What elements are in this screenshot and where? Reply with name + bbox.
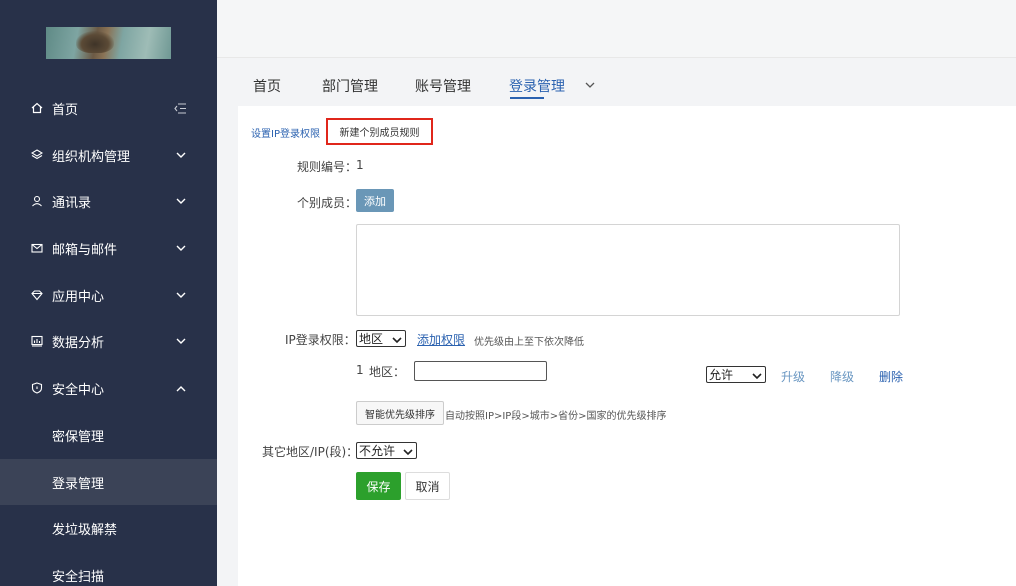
sidebar-subitem-label: 安全扫描 (52, 569, 105, 585)
shield-icon (30, 381, 44, 395)
other-region-select-value: 不允许 (359, 444, 396, 458)
member-list-box[interactable] (356, 224, 900, 316)
sidebar-subitem-password-security[interactable]: 密保管理 (0, 412, 217, 458)
smart-sort-hint: 自动按照IP>IP段>城市>省份>国家的优先级排序 (445, 411, 667, 422)
chevron-down-icon (174, 148, 188, 162)
logo (46, 27, 171, 59)
tab-home[interactable]: 首页 (253, 76, 281, 96)
member-label: 个别成员： (297, 196, 358, 210)
chevron-down-icon (403, 446, 413, 456)
home-icon (30, 101, 44, 115)
sidebar-item-label: 数据分析 (52, 335, 105, 351)
allow-select-value: 允许 (709, 368, 734, 382)
chevron-down-icon (174, 241, 188, 255)
collapse-menu-icon[interactable] (173, 101, 187, 115)
layers-icon (30, 148, 44, 162)
chevron-down-icon[interactable] (585, 78, 597, 90)
region-label: 地区： (369, 365, 406, 379)
sidebar-subitem-label: 密保管理 (52, 429, 105, 445)
main-content: 设置IP登录权限 新建个别成员规则 规则编号： 1 个别成员： 添加 IP登录权… (238, 106, 1016, 586)
downgrade-button[interactable]: 降级 (830, 368, 854, 385)
new-member-rule-tab[interactable]: 新建个别成员规则 (326, 118, 433, 145)
sidebar-item-label: 组织机构管理 (52, 149, 131, 165)
chart-icon (30, 334, 44, 348)
region-input[interactable] (414, 361, 547, 381)
chevron-down-icon (174, 288, 188, 302)
tab-department[interactable]: 部门管理 (322, 76, 378, 96)
mail-icon (30, 241, 44, 255)
priority-hint: 优先级由上至下依次降低 (474, 337, 584, 348)
rule-row-index: 1 (356, 363, 364, 377)
sidebar-item-apps[interactable]: 应用中心 (0, 272, 217, 318)
sidebar-item-mail[interactable]: 邮箱与邮件 (0, 225, 217, 271)
smart-sort-button[interactable]: 智能优先级排序 (356, 401, 444, 425)
add-member-button[interactable]: 添加 (356, 189, 394, 212)
chevron-down-icon (392, 334, 402, 344)
tab-account[interactable]: 账号管理 (415, 76, 471, 96)
ip-type-select[interactable]: 地区 (356, 330, 406, 347)
set-ip-permission-link[interactable]: 设置IP登录权限 (251, 125, 320, 140)
sidebar-item-analytics[interactable]: 数据分析 (0, 318, 217, 364)
sidebar-item-label: 邮箱与邮件 (52, 242, 118, 258)
cancel-button[interactable]: 取消 (405, 472, 450, 500)
sidebar-item-label: 安全中心 (52, 382, 105, 398)
chevron-down-icon (752, 370, 762, 380)
sidebar-subitem-login-management[interactable]: 登录管理 (0, 459, 217, 505)
allow-select[interactable]: 允许 (706, 366, 766, 383)
sidebar-subitem-security-scan[interactable]: 安全扫描 (0, 552, 217, 586)
rule-number-label: 规则编号： (297, 160, 358, 174)
ip-type-select-value: 地区 (359, 332, 384, 346)
sidebar-item-home[interactable]: 首页 (0, 85, 217, 131)
sidebar-item-organization[interactable]: 组织机构管理 (0, 132, 217, 178)
contacts-icon (30, 194, 44, 208)
sidebar: 首页 组织机构管理 通讯录 邮箱与邮件 应用中心 数据分析 安全中心 密保管理 … (0, 0, 217, 586)
tab-bar: 首页 部门管理 账号管理 登录管理 (238, 58, 1016, 106)
delete-button[interactable]: 删除 (879, 368, 903, 385)
chevron-down-icon (174, 194, 188, 208)
sidebar-item-label: 通讯录 (52, 195, 92, 211)
sidebar-subitem-spam-unblock[interactable]: 发垃圾解禁 (0, 505, 217, 551)
tab-login-management[interactable]: 登录管理 (509, 76, 565, 96)
other-region-label: 其它地区/IP(段)： (262, 445, 359, 459)
sidebar-subitem-label: 发垃圾解禁 (52, 522, 118, 538)
other-region-select[interactable]: 不允许 (356, 442, 417, 459)
upgrade-button[interactable]: 升级 (781, 368, 805, 385)
save-button[interactable]: 保存 (356, 472, 401, 500)
diamond-icon (30, 288, 44, 302)
sidebar-item-label: 应用中心 (52, 289, 105, 305)
sidebar-item-label: 首页 (52, 102, 79, 118)
add-permission-link[interactable]: 添加权限 (417, 331, 465, 348)
sidebar-item-security[interactable]: 安全中心 (0, 365, 217, 411)
rule-number-value: 1 (356, 158, 364, 172)
sidebar-item-contacts[interactable]: 通讯录 (0, 178, 217, 224)
sidebar-subitem-label: 登录管理 (52, 476, 105, 492)
active-tab-indicator (510, 97, 544, 99)
chevron-down-icon (174, 334, 188, 348)
top-header (217, 0, 1016, 58)
chevron-up-icon (174, 381, 188, 395)
ip-permission-label: IP登录权限： (285, 333, 356, 347)
